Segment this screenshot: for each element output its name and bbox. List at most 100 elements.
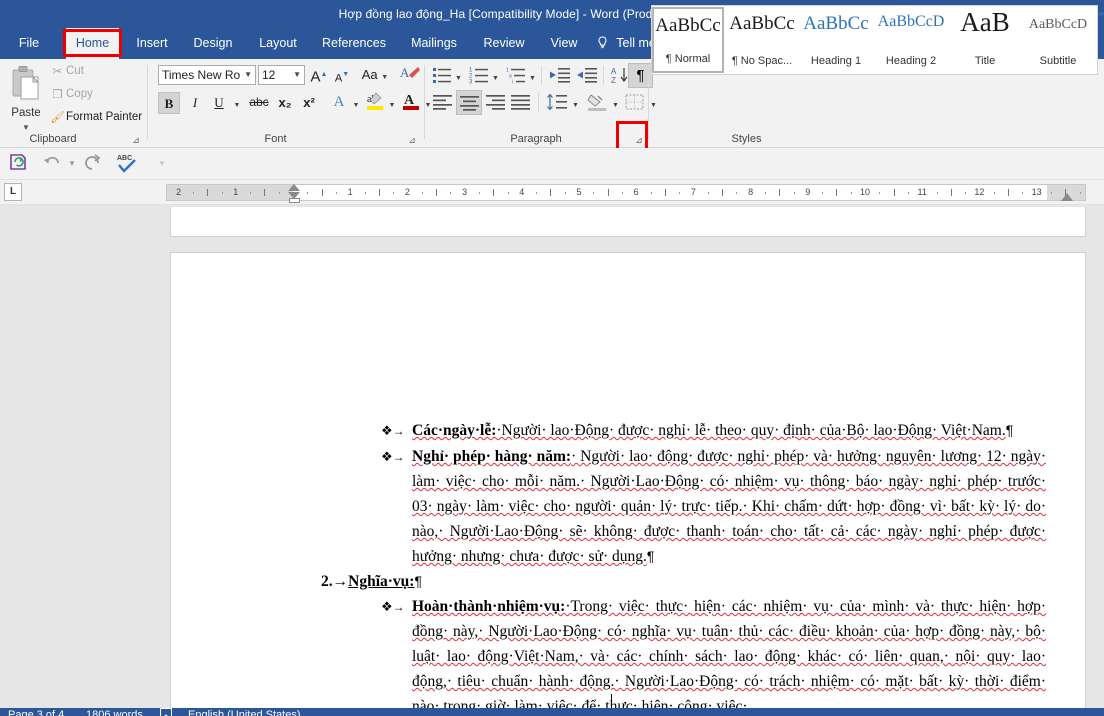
change-case-button[interactable]: Aa ▼ (358, 64, 392, 86)
increase-indent-button[interactable] (575, 65, 599, 86)
tab-insert[interactable]: Insert (129, 28, 175, 59)
style-heading-1[interactable]: AaBbCc Heading 1 (800, 7, 872, 73)
grow-font-button[interactable]: A▲ (308, 64, 330, 86)
format-painter-button[interactable]: 🖌Format Painter (49, 109, 142, 126)
bold-button[interactable]: B (158, 92, 180, 114)
tab-review[interactable]: Review (477, 28, 531, 59)
italic-button[interactable]: I (184, 92, 206, 114)
chevron-down-icon: ▼ (244, 70, 252, 79)
superscript-button[interactable]: x² (298, 92, 320, 114)
text-effects-dropdown[interactable]: ▼ (350, 92, 362, 114)
customize-qat-button[interactable]: ▼ (150, 152, 174, 176)
align-center-icon (460, 96, 479, 111)
subscript-button[interactable]: x₂ (274, 92, 296, 114)
status-words[interactable]: 1806 words (86, 708, 143, 716)
ruler-number: 9 (805, 187, 811, 197)
align-right-button[interactable] (484, 92, 508, 113)
numbering-button[interactable]: 1 2 3 (468, 65, 490, 86)
font-size-combo[interactable]: 12 ▼ (258, 65, 305, 85)
italic-label: I (192, 95, 198, 110)
style-subtle-emphasis[interactable]: Aa Sub (1094, 7, 1097, 73)
paste-dropdown-arrow[interactable]: ▼ (8, 123, 44, 132)
ruler-tick (493, 189, 495, 196)
borders-button[interactable] (623, 92, 647, 113)
style-heading-2[interactable]: AaBbCcD Heading 2 (874, 7, 948, 73)
strikethrough-button[interactable]: abc (246, 92, 272, 114)
tab-home[interactable]: Home (66, 28, 119, 59)
document-text[interactable]: ❖→ Các·ngày·lễ:·Người· lao·Động· được· n… (321, 418, 1046, 708)
document-area[interactable]: ❖→ Các·ngày·lễ:·Người· lao·Động· được· n… (0, 205, 1104, 708)
highlight-button[interactable]: ab (364, 90, 386, 114)
cut-button[interactable]: ✂ Cut (49, 63, 84, 80)
ruler-tick (1079, 192, 1081, 194)
save-button[interactable] (6, 152, 30, 176)
diamond-bullet-icon: ❖ (381, 449, 393, 464)
spelling-check-button[interactable]: ABC (114, 152, 142, 176)
document-page[interactable]: ❖→ Các·ngày·lễ:·Người· lao·Động· được· n… (170, 252, 1086, 708)
tab-view[interactable]: View (543, 28, 585, 59)
font-dialog-launcher[interactable]: ⊿ (406, 134, 418, 146)
right-indent-marker[interactable] (1061, 193, 1073, 201)
paragraph-bullet-1[interactable]: ❖→ Các·ngày·lễ:·Người· lao·Động· được· n… (381, 418, 1046, 444)
copy-button[interactable]: ❐ Copy (49, 86, 93, 103)
shrink-font-button[interactable]: A▼ (331, 64, 353, 86)
ruler-number: 11 (917, 187, 927, 197)
ruler-tick (764, 192, 766, 194)
chevron-down-icon: ▼ (381, 74, 389, 81)
text-effects-button[interactable]: A (328, 92, 350, 114)
numbering-dropdown[interactable]: ▼ (490, 65, 501, 86)
ruler-tick (707, 192, 709, 194)
tab-file[interactable]: File (10, 28, 48, 59)
ruler-tick (1050, 192, 1052, 194)
shading-dropdown[interactable]: ▼ (610, 92, 621, 113)
font-color-button[interactable]: A (400, 90, 422, 114)
line-spacing-icon (547, 93, 567, 111)
line-spacing-dropdown[interactable]: ▼ (570, 92, 581, 113)
status-language[interactable]: English (United States) (188, 708, 301, 716)
highlight-dropdown[interactable]: ▼ (386, 92, 398, 114)
tab-mark-icon: → (392, 424, 405, 438)
divider (538, 93, 539, 112)
tab-design[interactable]: Design (188, 28, 238, 59)
paragraph-bullet-3[interactable]: ❖→ Hoàn·thành·nhiệm·vụ:·Trong· việc· thự… (381, 594, 1046, 708)
underline-button[interactable]: U (208, 92, 230, 114)
first-line-indent-marker[interactable] (288, 184, 300, 191)
line-spacing-button[interactable] (545, 92, 569, 113)
horizontal-ruler[interactable]: 2 1 1 2 3 4 5 6 7 8 9 10 11 12 13 (166, 184, 1086, 201)
multilevel-list-dropdown[interactable]: ▼ (527, 65, 538, 86)
status-page[interactable]: Page 3 of 4 (8, 708, 64, 716)
ruler-tick (836, 189, 838, 196)
clear-formatting-button[interactable]: A (398, 64, 422, 86)
tab-layout[interactable]: Layout (252, 28, 304, 59)
style-subtitle[interactable]: AaBbCcD Subtitle (1022, 7, 1094, 73)
status-proofing-icon[interactable] (160, 708, 174, 716)
bullets-dropdown[interactable]: ▼ (453, 65, 464, 86)
paragraph-body: Nghỉ· phép· hàng· năm:· Người· lao· động… (412, 444, 1046, 569)
font-name-combo[interactable]: Times New Ro ▼ (158, 65, 256, 85)
style-normal[interactable]: AaBbCc ¶ Normal (652, 7, 724, 73)
pilcrow-mark: ¶ (646, 548, 655, 564)
left-indent-box[interactable] (289, 198, 300, 203)
style-title[interactable]: AaB Title (950, 7, 1020, 73)
justify-button[interactable] (509, 92, 533, 113)
ruler-tick (650, 192, 652, 194)
tab-mailings[interactable]: Mailings (403, 28, 465, 59)
numbering-icon: 1 2 3 (469, 68, 488, 86)
align-center-button[interactable] (456, 90, 482, 115)
paragraph-bullet-2[interactable]: ❖→ Nghỉ· phép· hàng· năm:· Người· lao· đ… (381, 444, 1046, 569)
underline-dropdown[interactable]: ▼ (231, 92, 243, 114)
multilevel-list-button[interactable]: 1 a i (505, 65, 527, 86)
paste-button[interactable]: Paste ▼ (8, 63, 44, 137)
tab-references[interactable]: References (316, 28, 392, 59)
redo-button[interactable] (80, 152, 104, 176)
align-left-button[interactable] (431, 92, 455, 113)
ruler-tick (679, 192, 681, 194)
tab-selector-button[interactable]: L (4, 183, 22, 201)
decrease-indent-button[interactable] (548, 65, 572, 86)
shading-button[interactable] (585, 92, 609, 113)
bullets-button[interactable] (431, 65, 453, 86)
style-no-spacing[interactable]: AaBbCc ¶ No Spac... (726, 7, 798, 73)
paragraph-numbered-heading[interactable]: 2.→Nghĩa·vụ:¶ (321, 569, 1046, 594)
style-label: Title (974, 55, 996, 67)
format-painter-label: Format Painter (66, 111, 143, 123)
